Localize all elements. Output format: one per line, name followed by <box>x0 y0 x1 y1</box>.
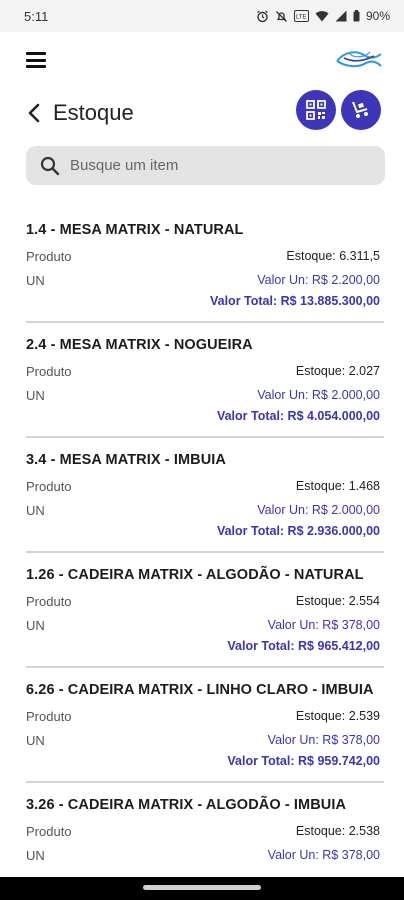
mute-icon <box>276 10 287 22</box>
item-unit-price: Valor Un: R$ 2.000,00 <box>257 388 380 402</box>
item-type: Produto <box>26 594 72 609</box>
app-header <box>0 32 404 90</box>
status-time: 5:11 <box>24 8 49 24</box>
list-item[interactable]: 3.4 - MESA MATRIX - IMBUIA Produto UN Es… <box>26 438 384 553</box>
page-title: Estoque <box>53 100 134 125</box>
status-bar: 5:11 LTE 90% <box>0 0 404 32</box>
list-item[interactable]: 1.26 - CADEIRA MATRIX - ALGODÃO - NATURA… <box>26 553 384 668</box>
system-nav-bar <box>0 877 404 900</box>
item-stock: Estoque: 1.468 <box>295 479 380 493</box>
search-bar[interactable] <box>26 146 385 185</box>
volte-icon: LTE <box>293 10 309 22</box>
item-unit: UN <box>26 503 45 518</box>
item-title: 1.26 - CADEIRA MATRIX - ALGODÃO - NATURA… <box>26 567 364 583</box>
item-type: Produto <box>26 709 72 724</box>
item-unit: UN <box>26 733 45 748</box>
item-unit-price: Valor Un: R$ 2.000,00 <box>257 503 380 517</box>
title-row: Estoque <box>0 90 404 136</box>
item-total-value: Valor Total: R$ 4.054.000,00 <box>216 409 380 423</box>
item-unit-price: Valor Un: R$ 378,00 <box>267 618 380 632</box>
item-stock: Estoque: 6.311,5 <box>286 249 380 263</box>
item-title: 6.26 - CADEIRA MATRIX - LINHO CLARO - IM… <box>26 682 374 698</box>
home-gesture-handle[interactable] <box>143 885 261 890</box>
item-stock: Estoque: 2.539 <box>295 709 380 723</box>
search-icon <box>40 156 60 175</box>
item-unit: UN <box>26 618 45 633</box>
item-unit-price: Valor Un: R$ 378,00 <box>267 848 380 862</box>
chevron-left-icon[interactable] <box>24 102 46 124</box>
search-input[interactable] <box>70 157 350 174</box>
item-type: Produto <box>26 364 72 379</box>
list-item[interactable]: 6.26 - CADEIRA MATRIX - LINHO CLARO - IM… <box>26 668 384 783</box>
item-title: 3.4 - MESA MATRIX - IMBUIA <box>26 452 226 468</box>
item-unit: UN <box>26 388 45 403</box>
item-type: Produto <box>26 479 72 494</box>
alarm-icon <box>257 9 268 22</box>
hamburger-icon[interactable] <box>26 52 46 68</box>
item-stock: Estoque: 2.027 <box>295 364 380 378</box>
battery-percent: 90% <box>365 9 390 23</box>
item-list: 1.4 - MESA MATRIX - NATURAL Produto UN E… <box>0 208 404 898</box>
wifi-icon <box>315 11 329 22</box>
status-icons: LTE 90% <box>256 9 390 23</box>
item-stock: Estoque: 2.554 <box>295 594 380 608</box>
list-item[interactable]: 2.4 - MESA MATRIX - NOGUEIRA Produto UN … <box>26 323 384 438</box>
battery-icon <box>353 10 360 22</box>
qr-code-icon <box>306 100 326 120</box>
item-total-value: Valor Total: R$ 13.885.300,00 <box>209 294 380 308</box>
qr-scan-button[interactable] <box>296 90 336 130</box>
item-title: 1.4 - MESA MATRIX - NATURAL <box>26 222 244 238</box>
item-total-value: Valor Total: R$ 965.412,00 <box>227 639 380 653</box>
item-stock: Estoque: 2.538 <box>295 824 380 838</box>
item-title: 2.4 - MESA MATRIX - NOGUEIRA <box>26 337 253 353</box>
svg-text:LTE: LTE <box>296 15 307 21</box>
item-unit-price: Valor Un: R$ 2.200,00 <box>257 273 380 287</box>
item-unit: UN <box>26 848 45 863</box>
item-type: Produto <box>26 824 72 839</box>
signal-icon <box>335 10 347 22</box>
item-title: 3.26 - CADEIRA MATRIX - ALGODÃO - IMBUIA <box>26 797 347 813</box>
cart-button[interactable] <box>341 90 381 130</box>
cart-icon <box>352 101 368 118</box>
item-total-value: Valor Total: R$ 959.742,00 <box>227 754 380 768</box>
item-unit-price: Valor Un: R$ 378,00 <box>267 733 380 747</box>
item-type: Produto <box>26 249 72 264</box>
item-unit: UN <box>26 273 45 288</box>
brand-logo <box>336 51 382 68</box>
item-total-value: Valor Total: R$ 2.936.000,00 <box>216 524 380 538</box>
list-item[interactable]: 1.4 - MESA MATRIX - NATURAL Produto UN E… <box>26 208 384 323</box>
